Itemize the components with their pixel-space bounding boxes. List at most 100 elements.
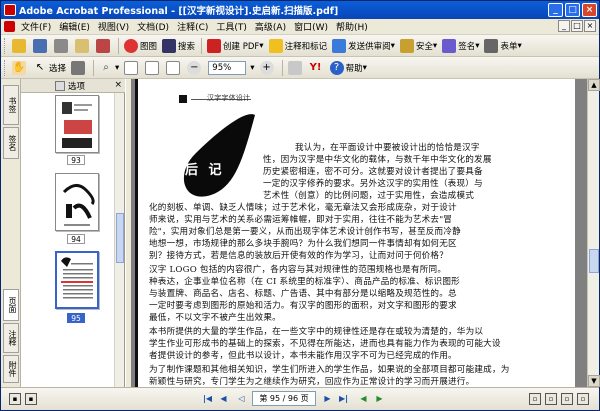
tab-comments[interactable]: 注释 [3,323,19,353]
security-button[interactable]: 安全 ▾ [398,37,439,55]
red-circle-icon [124,38,138,53]
tab-signatures[interactable]: 签名 [3,127,19,159]
page-number-field[interactable]: 第 95 / 96 页 [252,391,316,406]
minimize-button[interactable]: _ [548,3,563,17]
maximize-button[interactable]: □ [565,3,580,17]
zoom-dropdown[interactable]: ▾ [248,59,256,77]
zoom-in-button[interactable]: + [258,59,278,77]
panel-close-button[interactable]: × [114,80,122,90]
menu-document[interactable]: 文档(D) [133,20,173,33]
page-thumbnail[interactable] [55,95,99,153]
comment-markup-button[interactable]: 注释和标记 [267,37,330,55]
open-button[interactable] [10,37,30,55]
attach-button[interactable] [94,37,114,55]
pages-panel: 选项 × 93 94 95 [21,79,125,387]
body-line: 艺术性（创意）的比例问题，过于实用性，会造成模式 [263,191,475,201]
navigation-options-button[interactable]: ▪ [25,393,37,405]
page-number-label-selected: 95 [67,313,85,323]
menu-tools[interactable]: 工具(T) [212,20,251,33]
doc-close-button[interactable]: × [584,20,596,32]
next-page-button[interactable]: ▶ [321,392,334,405]
select-tool-button[interactable]: ↖ 选择 [31,59,68,77]
tab-attachments[interactable]: 附件 [3,355,19,383]
page-thumbnail[interactable] [55,173,99,231]
scroll-down-arrow[interactable]: ▼ [588,375,600,387]
body-line: 我认为，在平面设计中要被设计出的恰恰是汉字 [295,143,480,153]
scroll-up-arrow[interactable]: ▲ [588,79,600,91]
document-scrollbar[interactable]: ▲ ▼ [587,79,600,387]
thumbnail-list: 93 94 95 [21,93,115,387]
body-line: 新颖性与研究，专门学生为之继续作为研究，回应作为正常设计的学习而开展进行。 [149,377,475,387]
last-page-button[interactable]: ▶| [337,392,350,405]
folder-icon [12,38,26,53]
body-line: 学生作业可形成书的基础上的探索，不见得在所能达，进而也具有能力作为表现的可能大设 [149,339,501,349]
yahoo-button[interactable]: Y! [307,59,327,77]
menu-view[interactable]: 视图(V) [94,20,133,33]
page-number-label: 94 [67,234,85,244]
send-review-button[interactable]: 发送供审阅 ▾ [330,37,397,55]
sign-button[interactable]: 签名 ▾ [440,37,481,55]
doc-restore-button[interactable]: □ [571,20,583,32]
menu-help[interactable]: 帮助(H) [332,20,372,33]
single-page-layout-button[interactable]: ▫ [529,393,541,405]
body-line: 一定的汉字修养的要求。另外这汉字的实用性（表现）与 [263,179,483,189]
save-button[interactable] [31,37,51,55]
page-thumbnail-selected[interactable] [55,251,99,309]
toolbar-grip[interactable] [4,37,7,54]
zoom-level-field[interactable]: 95% [208,60,247,75]
go-forward-button[interactable]: ▶ [373,392,386,405]
doc-minimize-button[interactable]: _ [558,20,570,32]
page-icon [124,60,139,75]
toolbar-grip[interactable] [4,59,7,76]
tab-bookmarks[interactable]: 书签 [3,85,19,125]
image-tool-button[interactable]: 图图 [122,37,159,55]
actual-size-button[interactable] [164,59,184,77]
continuous-layout-button[interactable]: ▫ [545,393,557,405]
continuous-facing-button[interactable]: ▫ [577,393,589,405]
create-pdf-button[interactable]: 创建 PDF ▾ [205,37,266,55]
facing-layout-button[interactable]: ▫ [561,393,573,405]
forms-button[interactable]: 表单 ▾ [482,37,523,55]
menu-window[interactable]: 窗口(W) [290,20,332,33]
fit-width-button[interactable] [143,59,163,77]
thumbnail-image [61,257,93,299]
toolbar-separator [201,37,203,54]
document-window-controls: _ □ × [558,20,596,32]
help-icon: ? [329,60,344,75]
paperclip-icon [96,38,110,53]
panel-scrollbar[interactable] [114,93,124,387]
file-toolbar: 图图 搜索 创建 PDF ▾ 注释和标记 发送供审阅 ▾ 安全 ▾ 签名 ▾ 表单 ▾ [1,35,599,57]
zoom-out-button[interactable]: − [185,59,205,77]
review-icon [332,38,347,53]
menu-edit[interactable]: 编辑(E) [55,20,94,33]
help-button[interactable]: ? 帮助 ▾ [328,59,369,77]
toolbar-separator [281,59,283,76]
go-back-button[interactable]: ◀ [357,392,370,405]
options-menu[interactable]: 选项 [68,80,85,92]
email-button[interactable] [73,37,93,55]
body-line: 者提供设计的参考，但此书以设计，本书未能作用汉字不可为已经完成的作用。 [149,351,457,361]
hand-tool-button[interactable]: ✋ [10,59,30,77]
panel-scroll-thumb[interactable] [116,213,124,263]
fit-page-button[interactable] [122,59,142,77]
document-scroll-thumb[interactable] [589,249,599,273]
menu-file[interactable]: 文件(F) [17,20,55,33]
previous-page-button[interactable]: ◀ [217,392,230,405]
snapshot-button[interactable] [69,59,89,77]
search-button[interactable]: 搜索 [160,37,197,55]
navigation-tabs: 书签 签名 页面 注释 附件 [1,79,21,387]
minus-icon: − [187,60,202,75]
print-button[interactable] [52,37,72,55]
binoculars-icon [162,38,177,53]
rotate-button[interactable] [286,59,306,77]
show-navigation-button[interactable]: ▪ [9,393,21,405]
close-button[interactable]: × [582,3,597,17]
tab-pages[interactable]: 页面 [3,289,19,321]
zoom-in-tool-button[interactable]: ⌕ ▾ [97,59,121,77]
first-page-button[interactable]: |◀ [201,392,214,405]
lock-icon [399,38,414,53]
body-line: 本书所提供的大量的学生作品，在一些文字中的规律性还是存在或较为清楚的，华为以 [149,327,484,337]
menu-comments[interactable]: 注释(C) [173,20,212,33]
previous-view-button[interactable]: ◁ [235,392,248,405]
menu-advanced[interactable]: 高级(A) [251,20,290,33]
